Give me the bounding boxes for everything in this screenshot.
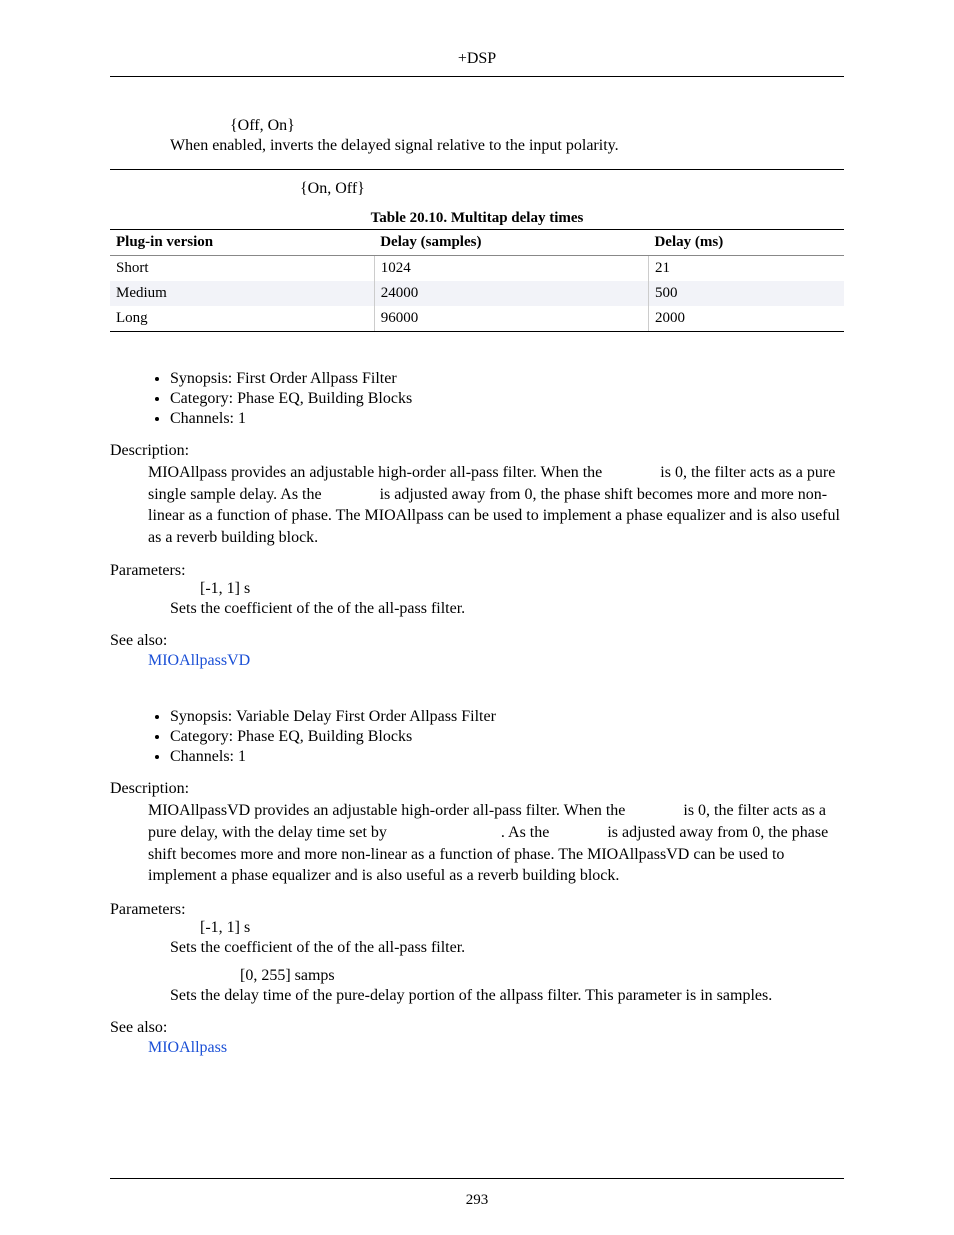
param-range: [-1, 1] s bbox=[200, 919, 844, 937]
param-text: Sets the coefficient of the of the all-p… bbox=[170, 939, 844, 957]
list-item: Channels: 1 bbox=[170, 410, 844, 428]
desc-text: MIOAllpass provides an adjustable high-o… bbox=[148, 464, 606, 481]
page-number: 293 bbox=[0, 1192, 954, 1209]
desc-text: MIOAllpassVD provides an adjustable high… bbox=[148, 802, 629, 819]
table-cell: 96000 bbox=[374, 306, 648, 331]
table-cell: Medium bbox=[110, 281, 374, 306]
table-header: Delay (samples) bbox=[374, 230, 648, 256]
list-item: Synopsis: First Order Allpass Filter bbox=[170, 370, 844, 388]
table-cell: Short bbox=[110, 256, 374, 282]
invert-description: When enabled, inverts the delayed signal… bbox=[170, 137, 844, 155]
parameters-label: Parameters: bbox=[110, 901, 844, 919]
table-caption: Table 20.10. Multitap delay times bbox=[110, 210, 844, 227]
properties-list: Synopsis: Variable Delay First Order All… bbox=[170, 708, 844, 766]
header-rule bbox=[110, 76, 844, 77]
page-header: +DSP bbox=[110, 50, 844, 68]
footer-rule bbox=[110, 1178, 844, 1179]
param-range: [-1, 1] s bbox=[200, 580, 844, 598]
description-label: Description: bbox=[110, 442, 844, 460]
description-label: Description: bbox=[110, 780, 844, 798]
table-header: Delay (ms) bbox=[648, 230, 844, 256]
desc-text: . As the bbox=[501, 824, 553, 841]
see-also-link[interactable]: MIOAllpassVD bbox=[148, 652, 250, 670]
list-item: Synopsis: Variable Delay First Order All… bbox=[170, 708, 844, 726]
parameters-label: Parameters: bbox=[110, 562, 844, 580]
table-row: Medium 24000 500 bbox=[110, 281, 844, 306]
list-item: Channels: 1 bbox=[170, 748, 844, 766]
table-cell: 2000 bbox=[648, 306, 844, 331]
param-text: Sets the delay time of the pure-delay po… bbox=[170, 987, 844, 1005]
list-item: Category: Phase EQ, Building Blocks bbox=[170, 728, 844, 746]
table-row: Long 96000 2000 bbox=[110, 306, 844, 331]
table-cell: 24000 bbox=[374, 281, 648, 306]
delay-table: Plug-in version Delay (samples) Delay (m… bbox=[110, 229, 844, 331]
table-header: Plug-in version bbox=[110, 230, 374, 256]
description-body: MIOAllpass provides an adjustable high-o… bbox=[148, 462, 844, 548]
see-also-label: See also: bbox=[110, 632, 844, 650]
enable-options: {On, Off} bbox=[300, 180, 844, 198]
table-cell: 21 bbox=[648, 256, 844, 282]
description-body: MIOAllpassVD provides an adjustable high… bbox=[148, 800, 844, 886]
table-bottom-rule bbox=[110, 331, 844, 332]
table-row: Short 1024 21 bbox=[110, 256, 844, 282]
table-cell: 1024 bbox=[374, 256, 648, 282]
param-text: Sets the coefficient of the of the all-p… bbox=[170, 600, 844, 618]
see-also-label: See also: bbox=[110, 1019, 844, 1037]
table-cell: 500 bbox=[648, 281, 844, 306]
properties-list: Synopsis: First Order Allpass Filter Cat… bbox=[170, 370, 844, 428]
section-rule bbox=[110, 169, 844, 170]
table-header-row: Plug-in version Delay (samples) Delay (m… bbox=[110, 230, 844, 256]
param-range: [0, 255] samps bbox=[240, 967, 844, 985]
table-cell: Long bbox=[110, 306, 374, 331]
invert-options: {Off, On} bbox=[230, 117, 295, 135]
see-also-link[interactable]: MIOAllpass bbox=[148, 1039, 227, 1057]
list-item: Category: Phase EQ, Building Blocks bbox=[170, 390, 844, 408]
